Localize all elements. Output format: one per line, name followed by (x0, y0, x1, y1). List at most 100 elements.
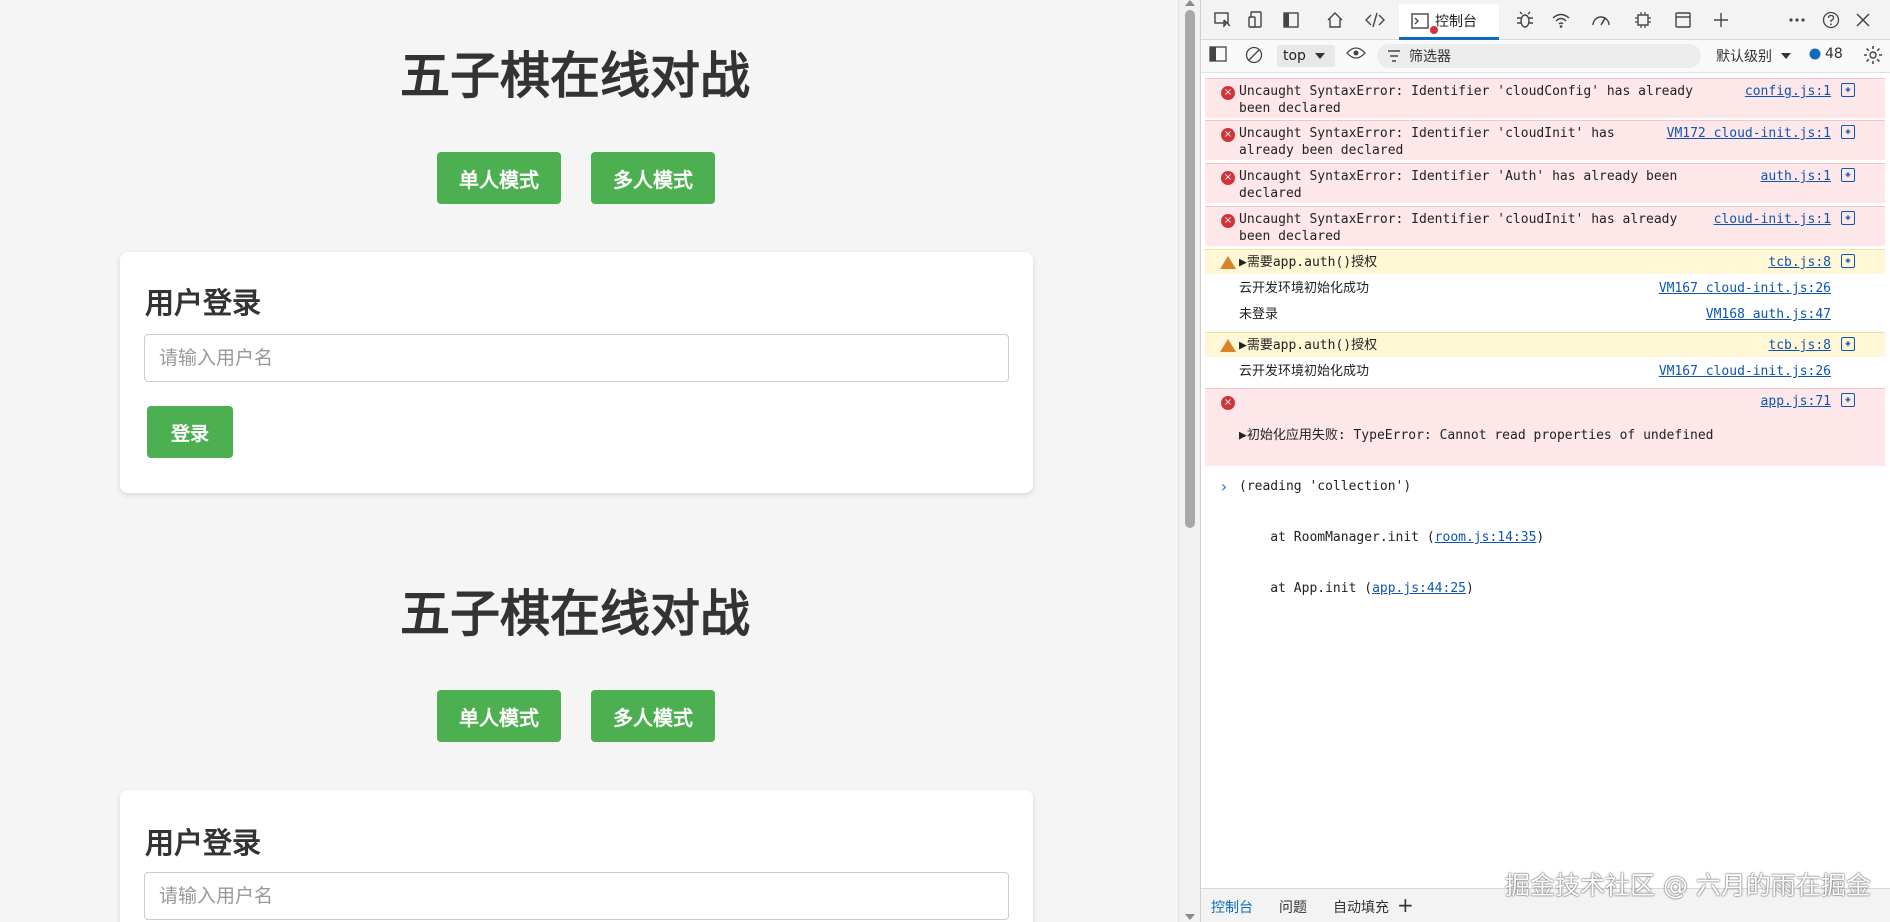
console-warning-message[interactable]: ▶需要app.auth()授权 tcb.js:8 ◈ (1205, 332, 1885, 357)
drawer-tab-autofill[interactable]: 自动填充 (1333, 897, 1389, 917)
error-line-2: (reading 'collection') (1239, 479, 1412, 494)
multi-mode-button[interactable]: 多人模式 (591, 152, 715, 204)
console-warning-message[interactable]: ▶需要app.auth()授权 tcb.js:8 ◈ (1205, 249, 1885, 274)
console-settings-gear-icon[interactable] (1863, 45, 1883, 65)
copilot-explain-icon[interactable]: ◈ (1841, 254, 1855, 268)
console-error-message: × Uncaught SyntaxError: Identifier 'clou… (1205, 206, 1885, 246)
show-sidebar-icon[interactable] (1209, 46, 1227, 62)
log-level-select[interactable]: 默认级别 (1716, 46, 1792, 66)
source-link[interactable]: VM167 cloud-init.js:26 (1659, 280, 1831, 297)
console-error-message: × Uncaught SyntaxError: Identifier 'clou… (1205, 120, 1885, 160)
source-link[interactable]: VM172 cloud-init.js:1 (1667, 125, 1831, 142)
issues-chat-icon (1809, 48, 1821, 60)
message-text: ▶需要app.auth()授权 (1239, 338, 1378, 353)
web-page: 五子棋在线对战 单人模式 多人模式 用户登录 请输入用户名 登录 五子棋在线对战… (0, 0, 1178, 922)
console-error-stack-message[interactable]: × ▶初始化应用失败: TypeError: Cannot read prope… (1205, 388, 1885, 596)
message-text: ▶需要app.auth()授权 (1239, 255, 1378, 270)
source-link[interactable]: tcb.js:8 (1768, 337, 1831, 354)
source-link[interactable]: VM168 auth.js:47 (1706, 306, 1831, 323)
source-link[interactable]: app.js:71 (1761, 393, 1831, 410)
console-log-message: 未登录 VM168 auth.js:47 (1205, 302, 1885, 326)
login-card: 用户登录 请输入用户名 登录 (120, 252, 1033, 493)
login-button[interactable]: 登录 (147, 406, 233, 458)
console-error-message: × Uncaught SyntaxError: Identifier 'Auth… (1205, 163, 1885, 203)
error-icon: × (1221, 86, 1235, 100)
help-icon[interactable] (1819, 8, 1843, 32)
issues-counter[interactable]: 48 (1809, 46, 1843, 62)
network-wifi-icon[interactable] (1549, 8, 1573, 32)
console-error-message: × Uncaught SyntaxError: Identifier 'clou… (1205, 78, 1885, 118)
error-icon: × (1221, 214, 1235, 228)
drawer-tab-issues[interactable]: 问题 (1279, 897, 1307, 917)
close-devtools-icon[interactable] (1851, 8, 1875, 32)
message-text: Uncaught SyntaxError: Identifier 'cloudC… (1239, 84, 1693, 116)
devtools-toolbar: 控制台 (1201, 0, 1890, 40)
devtools-panel: 控制台 top 筛选器 默认级别 48 × Uncaught SyntaxErr… (1200, 0, 1890, 922)
scroll-up-arrow-icon[interactable] (1185, 0, 1195, 6)
console-icon (1411, 12, 1429, 29)
clear-console-icon[interactable] (1245, 46, 1263, 64)
context-select[interactable]: top (1277, 45, 1335, 67)
page-scrollbar[interactable] (1178, 0, 1200, 922)
console-filter-input[interactable]: 筛选器 (1377, 44, 1701, 68)
page-title: 五子棋在线对战 (400, 585, 750, 643)
console-filter-bar: top 筛选器 默认级别 48 (1201, 40, 1890, 73)
live-expression-eye-icon[interactable] (1346, 46, 1366, 60)
elements-code-icon[interactable] (1363, 8, 1387, 32)
copilot-explain-icon[interactable]: ◈ (1841, 337, 1855, 351)
console-log-message: 云开发环境初始化成功 VM167 cloud-init.js:26 (1205, 359, 1885, 383)
message-text: Uncaught SyntaxError: Identifier 'Auth' … (1239, 169, 1678, 201)
message-text: ▶初始化应用失败: TypeError: Cannot read propert… (1239, 393, 1799, 631)
dropdown-arrow-icon (1314, 53, 1325, 59)
source-link[interactable]: auth.js:1 (1761, 168, 1831, 185)
console-output: × Uncaught SyntaxError: Identifier 'clou… (1201, 75, 1890, 885)
memory-chip-icon[interactable] (1631, 8, 1655, 32)
application-panel-icon[interactable] (1671, 8, 1695, 32)
stack-line-2: at App.init (app.js:44:25) (1239, 581, 1474, 596)
warning-icon (1220, 256, 1236, 269)
add-drawer-tab-plus-icon[interactable]: + (1397, 893, 1414, 917)
more-options-icon[interactable] (1785, 8, 1809, 32)
copilot-explain-icon[interactable]: ◈ (1841, 125, 1855, 139)
copilot-explain-icon[interactable]: ◈ (1841, 393, 1855, 407)
performance-gauge-icon[interactable] (1589, 8, 1613, 32)
welcome-home-icon[interactable] (1323, 8, 1347, 32)
page-title: 五子棋在线对战 (400, 47, 750, 105)
login-title: 用户登录 (145, 286, 262, 320)
copilot-explain-icon[interactable]: ◈ (1841, 168, 1855, 182)
scrollbar-thumb[interactable] (1185, 10, 1195, 528)
single-mode-button[interactable]: 单人模式 (437, 152, 561, 204)
bug-icon[interactable] (1513, 8, 1537, 32)
stack-link-app[interactable]: app.js:44:25 (1372, 581, 1466, 596)
tab-console[interactable]: 控制台 (1399, 4, 1499, 40)
message-text: 未登录 (1239, 307, 1279, 322)
dropdown-arrow-icon (1781, 53, 1791, 59)
source-link[interactable]: tcb.js:8 (1768, 254, 1831, 271)
login-card: 用户登录 请输入用户名 (120, 790, 1033, 922)
source-link[interactable]: VM167 cloud-init.js:26 (1659, 363, 1831, 380)
copilot-explain-icon[interactable]: ◈ (1841, 83, 1855, 97)
console-prompt-chevron-icon[interactable]: › (1219, 477, 1229, 496)
stack-link-room[interactable]: room.js:14:35 (1435, 530, 1537, 545)
username-input[interactable]: 请输入用户名 (144, 334, 1009, 382)
copilot-explain-icon[interactable]: ◈ (1841, 211, 1855, 225)
drawer-tab-console[interactable]: 控制台 (1211, 897, 1253, 917)
error-line-1: ▶初始化应用失败: TypeError: Cannot read propert… (1239, 428, 1714, 443)
username-input[interactable]: 请输入用户名 (144, 872, 1009, 920)
scroll-down-arrow-icon[interactable] (1185, 914, 1195, 920)
sidebar-toggle-icon[interactable] (1279, 8, 1303, 32)
stack-line-1: at RoomManager.init (room.js:14:35) (1239, 530, 1545, 545)
context-select-value: top (1283, 48, 1306, 64)
error-badge (1429, 25, 1439, 35)
inspect-element-icon[interactable] (1211, 8, 1235, 32)
source-link[interactable]: config.js:1 (1745, 83, 1831, 100)
source-link[interactable]: cloud-init.js:1 (1714, 211, 1831, 228)
message-text: Uncaught SyntaxError: Identifier 'cloudI… (1239, 212, 1678, 244)
message-text: Uncaught SyntaxError: Identifier 'cloudI… (1239, 126, 1615, 158)
device-emulation-icon[interactable] (1245, 8, 1269, 32)
add-tab-plus-icon[interactable] (1709, 8, 1733, 32)
single-mode-button[interactable]: 单人模式 (437, 690, 561, 742)
filter-icon (1388, 50, 1400, 62)
error-icon: × (1221, 396, 1235, 410)
multi-mode-button[interactable]: 多人模式 (591, 690, 715, 742)
